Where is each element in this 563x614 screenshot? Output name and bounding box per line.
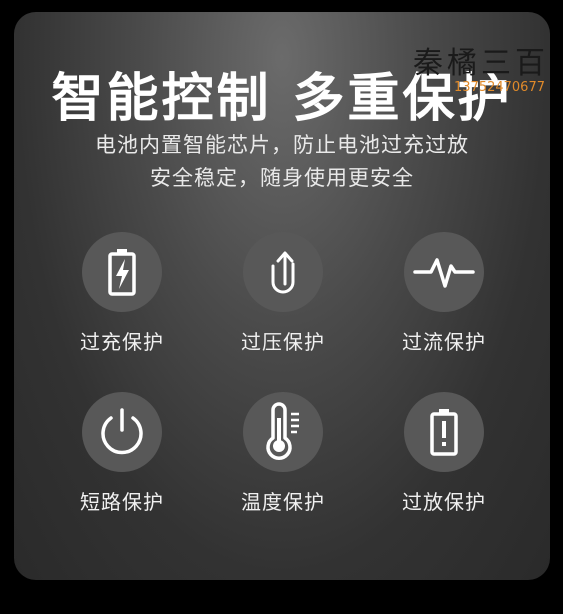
feature-overcurrent: 过流保护 (374, 232, 514, 355)
u-arrow-icon (243, 232, 323, 312)
feature-label: 过压保护 (241, 330, 325, 354)
feature-label: 过流保护 (402, 330, 486, 354)
feature-overcharge: 过充保护 (52, 232, 192, 355)
feature-label: 短路保护 (80, 490, 164, 514)
subtitle-line-2: 安全稳定，随身使用更安全 (150, 166, 414, 190)
subtitle-line-1: 电池内置智能芯片，防止电池过充过放 (95, 133, 469, 157)
feature-temperature: 温度保护 (213, 392, 353, 515)
power-icon (82, 392, 162, 472)
feature-label: 过充保护 (80, 330, 164, 354)
protection-card: 智能控制 多重保护 电池内置智能芯片，防止电池过充过放 安全稳定，随身使用更安全… (14, 12, 550, 580)
thermometer-icon (243, 392, 323, 472)
battery-alert-icon (404, 392, 484, 472)
feature-overvoltage: 过压保护 (213, 232, 353, 355)
feature-short-circuit: 短路保护 (52, 392, 192, 515)
feature-label: 过放保护 (402, 490, 486, 514)
watermark-phone: 13752470677 (454, 80, 545, 95)
battery-charge-icon (82, 232, 162, 312)
feature-overdischarge: 过放保护 (374, 392, 514, 515)
feature-label: 温度保护 (241, 490, 325, 514)
watermark-logo: 秦橘三百 (413, 46, 549, 81)
pulse-icon (404, 232, 484, 312)
